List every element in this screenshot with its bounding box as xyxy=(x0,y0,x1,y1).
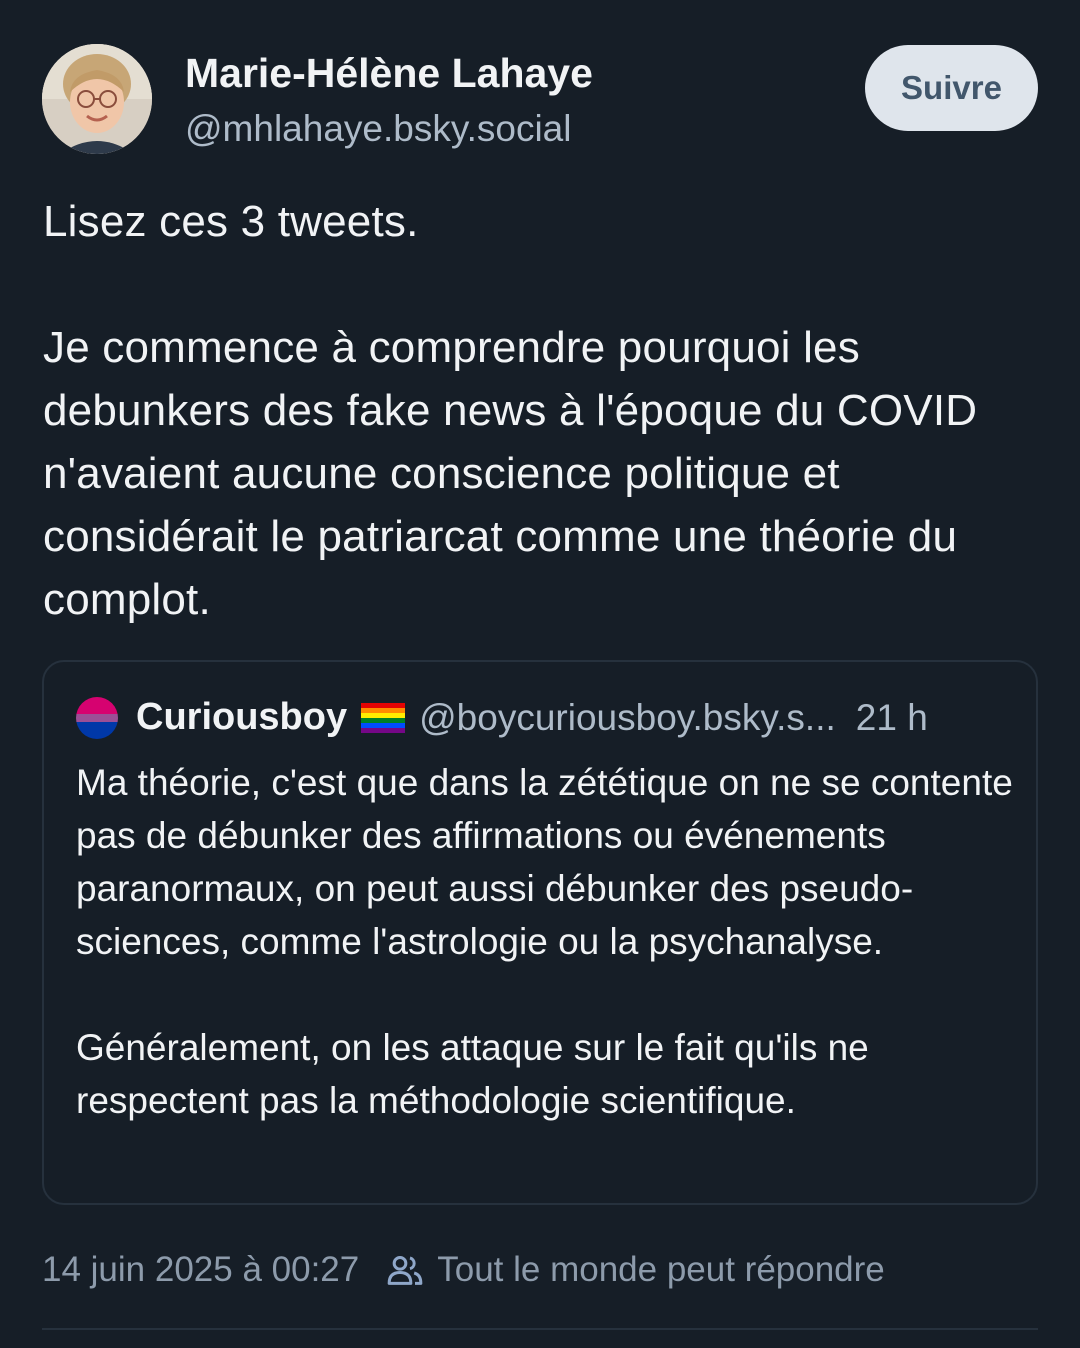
post-timestamp: 14 juin 2025 à 00:27 xyxy=(42,1250,360,1289)
quoted-post-card[interactable]: Curiousboy @boycuriousboy.bsky.s... 21 h… xyxy=(42,660,1038,1205)
rainbow-flag-icon xyxy=(361,702,406,733)
quoted-post-text: Ma théorie, c'est que dans la zététique … xyxy=(76,762,1013,1121)
author-name[interactable]: Marie-Hélène Lahaye xyxy=(185,50,593,97)
divider xyxy=(42,1328,1038,1330)
post-text: Lisez ces 3 tweets. Je commence à compre… xyxy=(43,197,978,624)
quoted-author-name[interactable]: Curiousboy xyxy=(136,696,347,739)
reply-setting-label: Tout le monde peut répondre xyxy=(437,1250,885,1289)
avatar-photo xyxy=(42,44,152,154)
reply-setting[interactable]: Tout le monde peut répondre xyxy=(385,1250,885,1290)
post-thread-view: Marie-Hélène Lahaye @mhlahaye.bsky.socia… xyxy=(0,0,1080,1348)
bi-flag-avatar-icon xyxy=(76,696,118,739)
author-handle[interactable]: @mhlahaye.bsky.social xyxy=(185,108,571,150)
post-meta: 14 juin 2025 à 00:27 Tout le monde peut … xyxy=(42,1250,885,1290)
quoted-author-avatar[interactable] xyxy=(76,696,118,739)
quoted-post-header: Curiousboy @boycuriousboy.bsky.s... 21 h xyxy=(76,696,928,739)
author-avatar[interactable] xyxy=(42,44,152,154)
quoted-author-handle[interactable]: @boycuriousboy.bsky.s... xyxy=(419,697,836,739)
follow-button[interactable]: Suivre xyxy=(865,45,1038,131)
people-icon xyxy=(387,1256,423,1285)
quoted-post-time: 21 h xyxy=(855,696,928,738)
